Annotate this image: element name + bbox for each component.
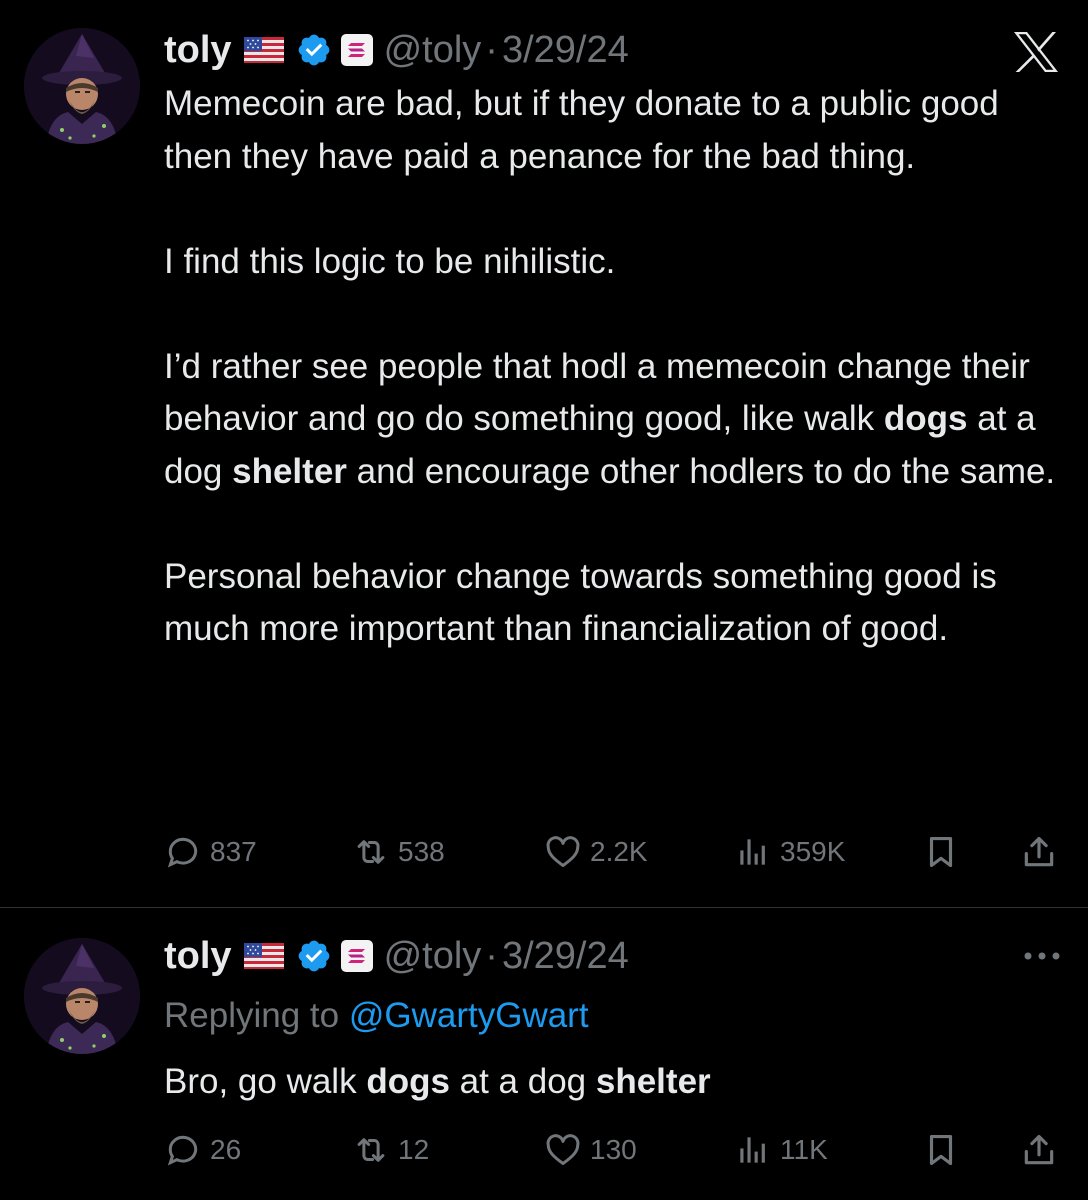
tweet-header: toly @toly · 3/29/24	[164, 932, 629, 980]
reply-count: 26	[210, 1134, 242, 1165]
reply-icon	[164, 833, 202, 871]
replying-to: Replying to @GwartyGwart	[164, 990, 589, 1042]
repost-icon	[352, 1131, 390, 1169]
bookmark-icon	[922, 1131, 960, 1169]
heart-icon	[544, 1131, 582, 1169]
separator-dot: ·	[485, 28, 498, 71]
avatar[interactable]	[24, 28, 140, 144]
tweet-date[interactable]: 3/29/24	[502, 29, 629, 72]
reply-button[interactable]: 26	[164, 1128, 241, 1172]
bold-text: shelter	[595, 1062, 711, 1101]
verified-badge-icon[interactable]	[296, 938, 332, 974]
bookmark-button[interactable]	[922, 1128, 960, 1172]
bold-text: dogs	[366, 1062, 450, 1101]
solana-affiliate-icon[interactable]	[340, 33, 374, 67]
more-options-icon[interactable]	[1022, 950, 1062, 962]
tweet-date[interactable]: 3/29/24	[502, 935, 629, 978]
tweet-paragraph: Memecoin are bad, but if they donate to …	[164, 84, 999, 176]
replying-to-label: Replying to	[164, 996, 340, 1035]
views-icon	[734, 833, 772, 871]
view-count: 359K	[780, 836, 846, 867]
views-button[interactable]: 11K	[734, 1128, 828, 1172]
author-name[interactable]: toly	[164, 29, 232, 72]
tweet-paragraph: I find this logic to be nihilistic.	[164, 241, 616, 281]
repost-icon	[352, 833, 390, 871]
author-name[interactable]: toly	[164, 935, 232, 978]
bold-text: dogs	[883, 399, 968, 438]
bold-text: shelter	[232, 451, 347, 491]
author-handle[interactable]: @toly	[384, 935, 482, 978]
us-flag-icon	[244, 943, 284, 969]
like-button[interactable]: 130	[544, 1128, 637, 1172]
avatar[interactable]	[24, 938, 140, 1054]
repost-count: 538	[398, 836, 445, 867]
repost-button[interactable]: 12	[352, 1128, 429, 1172]
share-icon	[1020, 833, 1058, 871]
tweet[interactable]: toly @toly · 3/29/24 Replying to @Gwarty…	[0, 908, 1088, 1200]
replying-to-link[interactable]: @GwartyGwart	[349, 996, 589, 1035]
share-button[interactable]	[1020, 1128, 1058, 1172]
bookmark-button[interactable]	[922, 830, 960, 874]
views-button[interactable]: 359K	[734, 830, 845, 874]
us-flag-icon	[244, 37, 284, 63]
tweet[interactable]: toly @toly · 3/29/24 Memecoin are bad, b…	[0, 0, 1088, 907]
tweet-header: toly @toly · 3/29/24	[164, 26, 629, 74]
view-count: 11K	[780, 1134, 828, 1165]
repost-button[interactable]: 538	[352, 830, 445, 874]
like-count: 2.2K	[590, 836, 648, 867]
tweet-text: Bro, go walk dogs at a dog shelter	[164, 1062, 711, 1101]
action-bar: 26 12 130 11K	[164, 1128, 1064, 1172]
tweet-paragraph: I’d rather see people that hodl a memeco…	[164, 346, 1056, 491]
reply-button[interactable]: 837	[164, 830, 257, 874]
like-button[interactable]: 2.2K	[544, 830, 648, 874]
repost-count: 12	[398, 1134, 430, 1165]
share-button[interactable]	[1020, 830, 1058, 874]
tweet-paragraph: Personal behavior change towards somethi…	[164, 556, 997, 649]
action-bar: 837 538 2.2K 359K	[164, 830, 1064, 874]
heart-icon	[544, 833, 582, 871]
share-icon	[1020, 1131, 1058, 1169]
author-handle[interactable]: @toly	[384, 29, 482, 72]
views-icon	[734, 1131, 772, 1169]
like-count: 130	[590, 1134, 637, 1165]
bookmark-icon	[922, 833, 960, 871]
verified-badge-icon[interactable]	[296, 32, 332, 68]
tweet-text: Memecoin are bad, but if they donate to …	[164, 78, 1064, 656]
solana-affiliate-icon[interactable]	[340, 939, 374, 973]
reply-count: 837	[210, 836, 257, 867]
x-logo-icon	[1014, 32, 1058, 72]
separator-dot: ·	[485, 934, 498, 977]
reply-icon	[164, 1131, 202, 1169]
